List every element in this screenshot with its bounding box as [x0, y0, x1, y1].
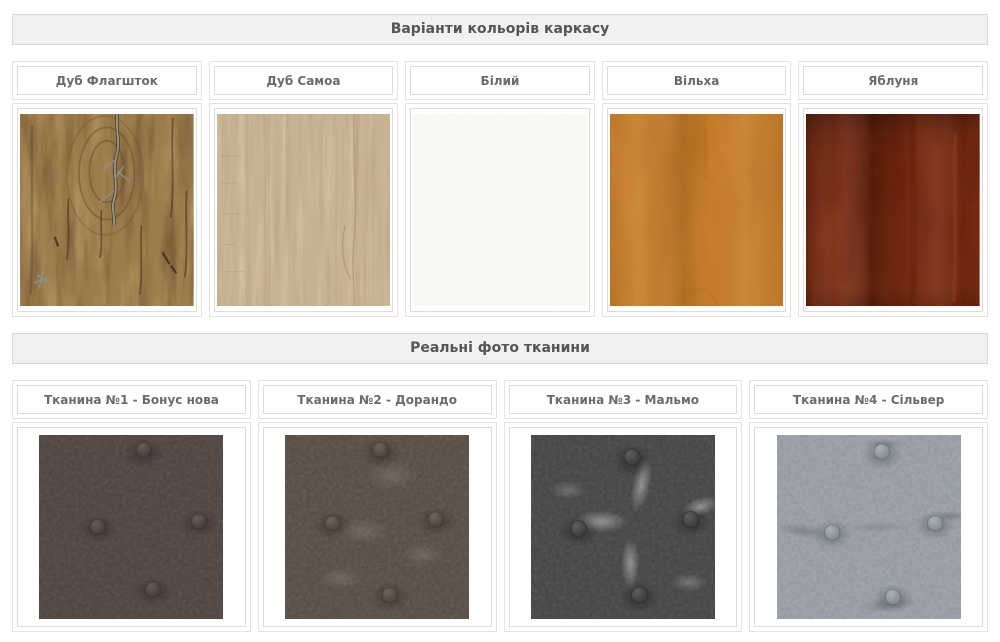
photo-white [413, 114, 587, 306]
section-title-fabric-photos: Реальні фото тканини [12, 333, 988, 364]
swatch-label-cell: Дуб Самоа [209, 61, 399, 100]
frame-color-option-yablunya: Яблуня [798, 61, 988, 317]
swatch-image-cell [405, 103, 595, 317]
swatch-image-frame [607, 108, 787, 312]
swatch-label-cell: Вільха [602, 61, 792, 100]
swatch-label: Яблуня [803, 66, 983, 95]
frame-color-option-bilyi: Білий [405, 61, 595, 317]
swatch-image-frame [263, 427, 492, 627]
swatch-image-frame [17, 427, 246, 627]
swatch-label: Дуб Флагшток [17, 66, 197, 95]
swatch-label: Вільха [607, 66, 787, 95]
photo-fabric-bonus-nova [39, 435, 223, 619]
swatch-image-frame [214, 108, 394, 312]
photo-alder [610, 114, 784, 306]
swatch-label: Дуб Самоа [214, 66, 394, 95]
photo-fabric-malmo [531, 435, 715, 619]
fabric-option-bonus-nova: Тканина №1 - Бонус нова [12, 380, 251, 632]
swatch-image-frame [509, 427, 738, 627]
swatch-label-cell: Яблуня [798, 61, 988, 100]
frame-colors-grid: Дуб Флагшток [12, 61, 988, 317]
frame-color-option-dub-samoa: Дуб Самоа [209, 61, 399, 317]
photo-fabric-dorando [285, 435, 469, 619]
swatch-label: Білий [410, 66, 590, 95]
product-options-page: Варіанти кольорів каркасу Дуб Флагшток [0, 0, 1000, 642]
photo-oak-samoa [217, 114, 391, 306]
swatch-image-frame [410, 108, 590, 312]
swatch-label-cell: Тканина №4 - Сільвер [749, 380, 988, 419]
swatch-image-cell [798, 103, 988, 317]
swatch-image-cell [12, 103, 202, 317]
swatch-label-cell: Тканина №1 - Бонус нова [12, 380, 251, 419]
fabric-option-silver: Тканина №4 - Сільвер [749, 380, 988, 632]
swatch-image-frame [17, 108, 197, 312]
swatch-label-cell: Тканина №3 - Мальмо [504, 380, 743, 419]
swatch-label-cell: Дуб Флагшток [12, 61, 202, 100]
section-title-frame-colors: Варіанти кольорів каркасу [12, 14, 988, 45]
photo-fabric-silver [777, 435, 961, 619]
photo-oak-flagstaff [20, 114, 194, 306]
photo-apple-wood [806, 114, 980, 306]
swatch-image-frame [803, 108, 983, 312]
frame-color-option-dub-flagshtok: Дуб Флагшток [12, 61, 202, 317]
swatch-image-cell [209, 103, 399, 317]
frame-color-option-vilkha: Вільха [602, 61, 792, 317]
swatch-image-cell [12, 422, 251, 632]
swatch-label: Тканина №3 - Мальмо [509, 385, 738, 414]
fabric-option-malmo: Тканина №3 - Мальмо [504, 380, 743, 632]
swatch-label: Тканина №1 - Бонус нова [17, 385, 246, 414]
swatch-image-cell [749, 422, 988, 632]
swatch-image-cell [258, 422, 497, 632]
swatch-label-cell: Білий [405, 61, 595, 100]
swatch-image-cell [602, 103, 792, 317]
fabric-option-dorando: Тканина №2 - Дорандо [258, 380, 497, 632]
swatch-label: Тканина №4 - Сільвер [754, 385, 983, 414]
swatch-label-cell: Тканина №2 - Дорандо [258, 380, 497, 419]
fabric-photos-grid: Тканина №1 - Бонус нова [12, 380, 988, 632]
swatch-image-frame [754, 427, 983, 627]
swatch-image-cell [504, 422, 743, 632]
swatch-label: Тканина №2 - Дорандо [263, 385, 492, 414]
